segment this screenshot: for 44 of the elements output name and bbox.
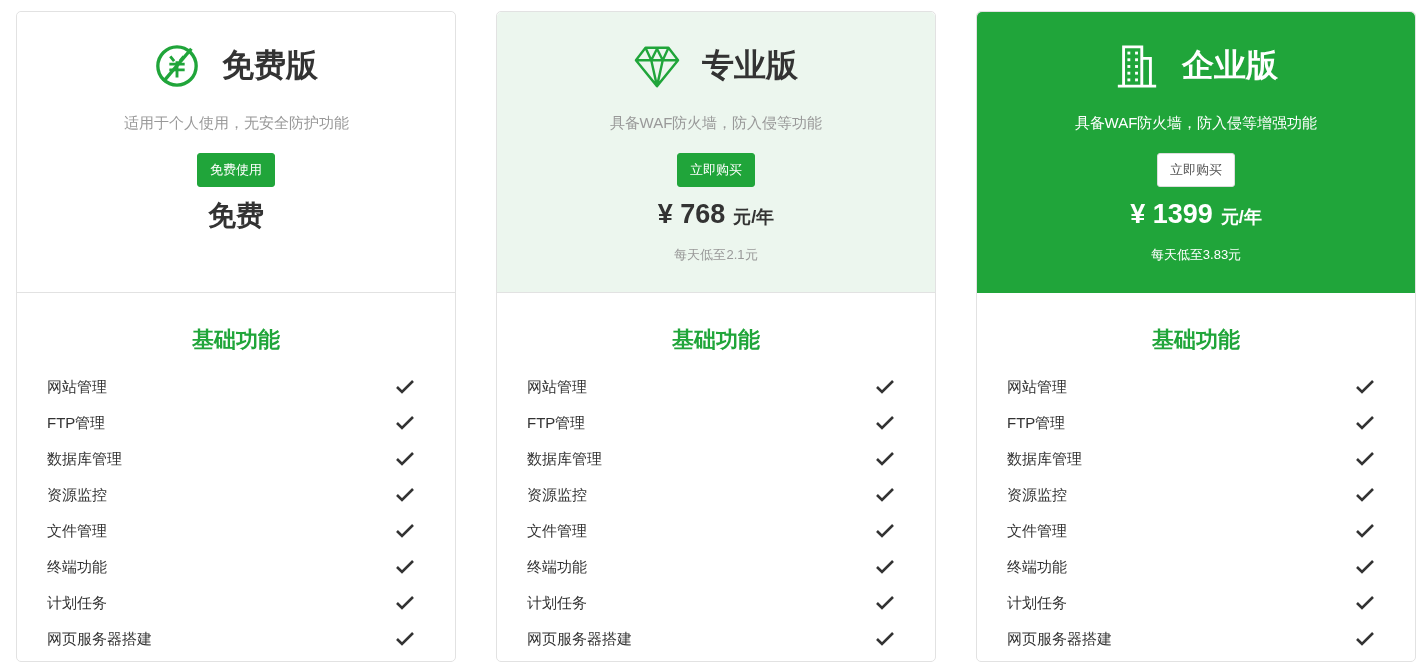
price-amount: ¥ 768 <box>657 199 726 230</box>
plan-title: 免费版 <box>222 46 318 85</box>
feature-label: 文件管理 <box>527 521 587 541</box>
plan-title: 专业版 <box>702 46 798 85</box>
features-heading: 基础功能 <box>672 326 760 354</box>
feature-label: 网站管理 <box>1007 377 1067 397</box>
plan-description: 具备WAF防火墙，防入侵等增强功能 <box>1074 114 1318 133</box>
daily-price-note: 每天低至3.83元 <box>1150 246 1242 264</box>
price-unit: 元/年 <box>1220 206 1262 229</box>
feature-label: 网页服务器搭建 <box>47 629 152 649</box>
daily-price-note: 每天低至2.1元 <box>674 246 758 264</box>
buy-button[interactable]: 立即购买 <box>677 153 755 187</box>
buy-button[interactable]: 免费使用 <box>197 153 275 187</box>
feature-label: FTP管理 <box>47 413 106 433</box>
features-heading: 基础功能 <box>1152 326 1240 354</box>
feature-label: FTP管理 <box>1007 413 1066 433</box>
feature-label: 文件管理 <box>1007 521 1067 541</box>
feature-label: 计划任务 <box>1007 593 1067 613</box>
price-label: 免费 <box>208 199 264 233</box>
feature-label: 终端功能 <box>1007 557 1067 577</box>
feature-label: 文件管理 <box>47 521 107 541</box>
feature-label: 计划任务 <box>527 593 587 613</box>
plan-description: 具备WAF防火墙，防入侵等功能 <box>609 114 823 133</box>
no-yuan-icon <box>154 43 200 89</box>
price-unit: 元/年 <box>733 206 775 229</box>
feature-label: 终端功能 <box>527 557 587 577</box>
feature-label: 资源监控 <box>47 485 107 505</box>
plan-description: 适用于个人使用，无安全防护功能 <box>123 114 349 133</box>
plan-title: 企业版 <box>1182 46 1278 85</box>
feature-label: 资源监控 <box>1007 485 1067 505</box>
feature-label: 网页服务器搭建 <box>527 629 632 649</box>
feature-label: 终端功能 <box>47 557 107 577</box>
feature-label: 网站管理 <box>527 377 587 397</box>
feature-label: FTP管理 <box>527 413 586 433</box>
features-heading: 基础功能 <box>192 326 280 354</box>
feature-label: 网站管理 <box>47 377 107 397</box>
feature-label: 数据库管理 <box>47 449 122 469</box>
feature-label: 数据库管理 <box>527 449 602 469</box>
price-amount: ¥ 1399 <box>1130 199 1213 230</box>
feature-label: 计划任务 <box>47 593 107 613</box>
feature-label: 资源监控 <box>527 485 587 505</box>
feature-label: 数据库管理 <box>1007 449 1082 469</box>
feature-label: 网页服务器搭建 <box>1007 629 1112 649</box>
buy-button[interactable]: 立即购买 <box>1157 153 1235 187</box>
